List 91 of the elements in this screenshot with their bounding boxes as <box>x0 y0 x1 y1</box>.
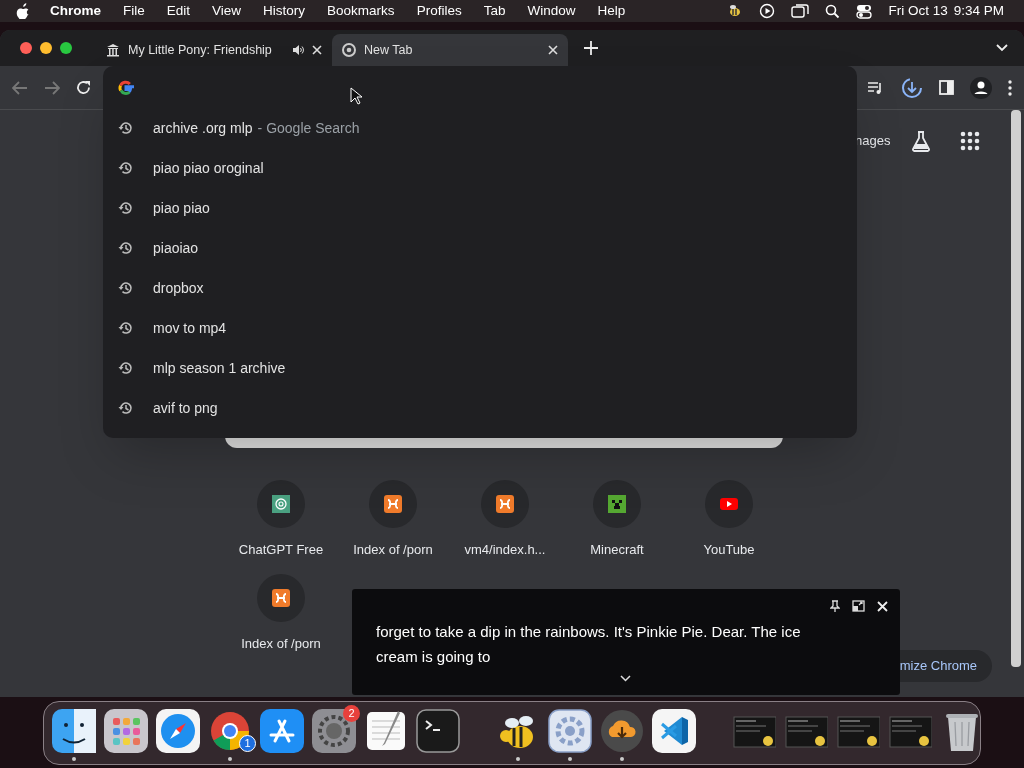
history-icon <box>118 360 134 376</box>
caption-text: forget to take a dip in the rainbows. It's Pinkie Pie. Dear. The ice cream is going to <box>376 622 802 667</box>
tab-title: New Tab <box>364 41 414 59</box>
menu-item[interactable]: Help <box>597 0 626 22</box>
reload-icon[interactable] <box>76 80 91 95</box>
notification-badge: 2 <box>343 705 360 722</box>
search-icon[interactable] <box>825 3 841 19</box>
creeper-icon <box>608 495 626 513</box>
building-icon <box>106 43 120 57</box>
shortcut-tile[interactable]: Minecraft <box>561 480 673 560</box>
minimize-window-button[interactable] <box>40 42 52 54</box>
zoom-window-button[interactable] <box>60 42 72 54</box>
history-icon <box>118 280 134 296</box>
suggestion-text: mlp season 1 archive <box>153 358 286 378</box>
cursor-icon <box>350 87 362 105</box>
suggestion-text: archive .org mlp <box>153 118 253 138</box>
shortcut-label: YouTube <box>703 541 755 559</box>
suggestion-item[interactable]: archive .org mlp - Google Search <box>103 108 857 148</box>
history-icon <box>118 200 134 216</box>
toggle-icon[interactable] <box>856 3 873 19</box>
download-icon[interactable] <box>901 76 923 99</box>
shortcut-tile[interactable]: YouTube <box>673 480 785 560</box>
profile-icon[interactable] <box>970 76 992 99</box>
menu-item[interactable]: History <box>263 0 306 22</box>
back-icon[interactable] <box>12 80 28 95</box>
suggestion-text: piaoiao <box>153 238 199 258</box>
shortcut-label: Minecraft <box>590 541 644 559</box>
suggestion-text: mov to mp4 <box>153 318 227 338</box>
menu-item[interactable]: Window <box>527 0 576 22</box>
history-icon <box>118 240 134 256</box>
play-icon <box>720 495 738 513</box>
tab-title: My Little Pony: Friendship <box>128 41 273 59</box>
suggestion-text: avif to png <box>153 398 218 418</box>
history-icon <box>118 120 134 136</box>
side-panel-icon[interactable] <box>939 80 954 95</box>
menu-bar-time: 9:34 PM <box>953 1 1004 20</box>
menu-item[interactable]: Edit <box>166 0 191 22</box>
history-icon <box>118 400 134 416</box>
scrollbar[interactable] <box>1011 110 1021 667</box>
suggestion-text: dropbox <box>153 278 204 298</box>
suggestion-item[interactable]: piao piao oroginal <box>103 148 857 188</box>
close-icon[interactable] <box>312 45 322 55</box>
suggestion-item[interactable]: mlp season 1 archive <box>103 348 857 388</box>
speaker-icon[interactable] <box>292 44 304 56</box>
suggestion-item[interactable]: dropbox <box>103 268 857 308</box>
browser-tab[interactable]: My Little Pony: Friendship <box>96 34 332 66</box>
suggestion-text: piao piao oroginal <box>153 158 264 178</box>
customize-chrome-button[interactable]: mize Chrome <box>900 650 992 682</box>
new-tab-icon[interactable] <box>584 41 598 55</box>
shortcut-tile[interactable]: Index of /porn <box>225 573 337 653</box>
apple-icon[interactable] <box>16 3 30 19</box>
suggestion-source: - Google Search <box>257 118 360 138</box>
suggestion-item[interactable]: mov to mp4 <box>103 308 857 348</box>
close-window-button[interactable] <box>20 42 32 54</box>
menu-item[interactable]: Tab <box>483 0 506 22</box>
suggestion-item[interactable]: piaoiao <box>103 228 857 268</box>
suggestion-item[interactable]: piao piao <box>103 188 857 228</box>
shortcut-label: vm4/index.h... <box>464 541 546 559</box>
notification-badge: 1 <box>239 735 256 752</box>
suggestion-item[interactable]: avif to png <box>103 388 857 428</box>
forward-icon[interactable] <box>44 80 60 95</box>
history-icon <box>118 320 134 336</box>
play-icon[interactable] <box>759 3 776 19</box>
cloud-download-icon[interactable] <box>600 709 644 761</box>
expand-icon[interactable] <box>852 600 865 612</box>
history-icon <box>118 160 134 176</box>
close-icon[interactable] <box>548 45 558 55</box>
gear-icon[interactable] <box>548 709 592 761</box>
more-icon[interactable] <box>1008 79 1012 96</box>
menu-item[interactable]: Profiles <box>416 0 462 22</box>
chevron-down-icon[interactable] <box>996 44 1008 52</box>
apps-icon[interactable] <box>960 131 981 151</box>
pin-icon[interactable] <box>830 600 840 612</box>
close-icon[interactable] <box>877 600 888 612</box>
shortcut-tile[interactable]: vm4/index.h... <box>449 480 561 560</box>
shortcut-label: Index of /porn <box>241 634 321 653</box>
shortcut-tile[interactable]: Index of /porn <box>337 480 449 560</box>
google-icon <box>118 80 134 96</box>
suggestion-text: piao piao <box>153 198 210 218</box>
shortcut-label: ChatGPT Free <box>238 541 324 559</box>
menu-bar-date: Fri Oct 13 <box>888 1 948 20</box>
shortcut-label: Index of /porn <box>353 541 433 559</box>
flask-icon[interactable] <box>910 130 933 152</box>
browser-tab[interactable]: New Tab <box>332 34 568 66</box>
app-menu[interactable]: Chrome <box>50 0 101 22</box>
shortcut-tile[interactable]: ChatGPT Free <box>225 480 337 560</box>
menu-item[interactable]: File <box>123 0 145 22</box>
menu-item[interactable]: Bookmarks <box>327 0 395 22</box>
menu-item[interactable]: View <box>212 0 242 22</box>
chevron-down-icon[interactable] <box>620 675 631 682</box>
windows-icon[interactable] <box>791 3 810 19</box>
